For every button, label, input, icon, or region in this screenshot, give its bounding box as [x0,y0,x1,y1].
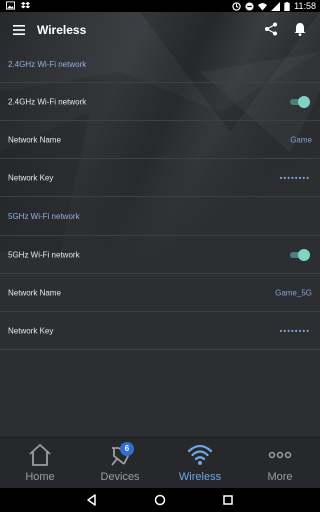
tab-label-home: Home [25,471,55,483]
devices-badge: 6 [120,442,134,456]
signal-icon [271,1,281,11]
menu-icon[interactable] [12,23,26,37]
network-key-label: Network Key [8,326,54,335]
share-icon[interactable] [263,21,279,37]
dropbox-icon [21,1,30,9]
network-name-label: Network Name [8,288,61,297]
network-name-value[interactable]: Game_5G [275,288,312,297]
tab-label-wireless: Wireless [178,471,222,483]
battery-icon [284,1,290,11]
network-key-label: Network Key [8,173,54,182]
network-key-value[interactable]: •••••••• [280,326,310,335]
wireless-screen: Wireless 2.4GHz Wi-Fi network 2.4GHz Wi-… [0,12,320,437]
home-button-icon[interactable] [152,492,168,508]
tab-more[interactable]: More [240,438,320,489]
toggle-row-24ghz[interactable]: 2.4GHz Wi-Fi network [0,83,320,121]
toggle-label-5ghz: 5GHz Wi-Fi network [8,250,80,259]
status-bar: 11:58 [0,0,320,12]
tab-label-more: More [267,471,293,483]
recents-icon[interactable] [220,492,236,508]
wifi-icon [258,2,268,11]
toggle-24ghz[interactable] [288,95,310,108]
bottom-tab-bar: Home 6 Devices Wireless More [0,437,320,488]
toggle-row-5ghz[interactable]: 5GHz Wi-Fi network [0,236,320,274]
toggle-thumb [298,95,310,108]
tab-wireless[interactable]: Wireless [160,438,240,489]
back-icon[interactable] [84,492,100,508]
network-name-label: Network Name [8,135,61,144]
section-title-24ghz: 2.4GHz Wi-Fi network [8,60,87,69]
toggle-label-24ghz: 2.4GHz Wi-Fi network [8,97,87,106]
bell-icon[interactable] [292,21,308,37]
tab-devices[interactable]: 6 Devices [80,438,160,489]
wifi-icon [187,444,213,465]
more-icon [268,451,292,459]
sync-icon [232,1,241,11]
image-icon [6,1,15,10]
toggle-5ghz[interactable] [288,248,310,261]
tab-label-devices: Devices [100,471,140,483]
home-icon [29,444,51,466]
app-header: Wireless [0,12,320,48]
network-key-row-24ghz[interactable]: Network Key •••••••• [0,159,320,197]
network-name-value[interactable]: Game [290,135,312,144]
network-name-row-5ghz[interactable]: Network Name Game_5G [0,274,320,312]
page-title: Wireless [37,23,87,37]
network-key-value[interactable]: •••••••• [280,173,310,182]
minus-circle-icon [245,1,254,11]
section-title-5ghz: 5GHz Wi-Fi network [8,212,80,221]
network-key-row-5ghz[interactable]: Network Key •••••••• [0,312,320,350]
toggle-thumb [298,248,310,261]
tab-home[interactable]: Home [0,438,80,489]
network-name-row-24ghz[interactable]: Network Name Game [0,121,320,159]
system-nav-bar [0,488,320,512]
clock: 11:58 [294,1,316,11]
